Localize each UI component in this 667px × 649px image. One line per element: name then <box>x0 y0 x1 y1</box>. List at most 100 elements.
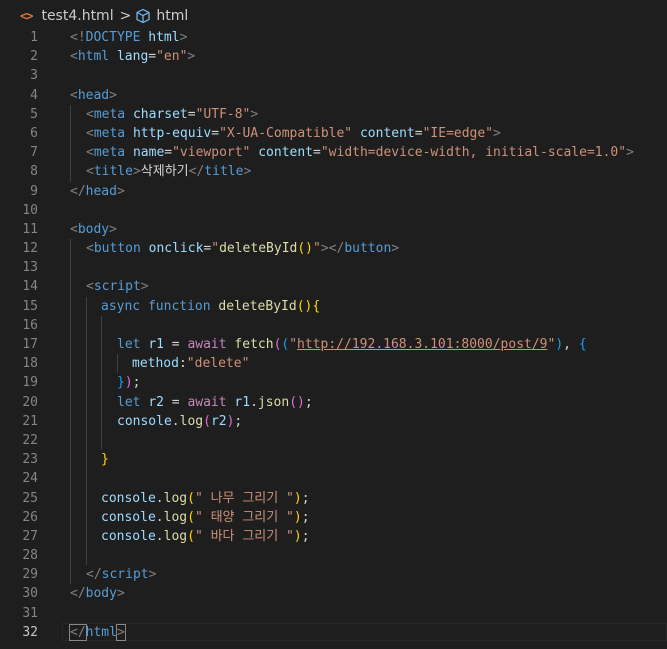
token: http-equiv <box>132 125 212 141</box>
token: console <box>117 413 172 429</box>
indent-guide <box>86 392 87 412</box>
token: < <box>86 164 94 180</box>
code-line-22: 22 <box>0 430 667 451</box>
indent-guide <box>86 411 87 431</box>
token: { <box>312 298 321 314</box>
token: ( <box>187 509 195 525</box>
token: meta <box>93 106 126 122</box>
token: = <box>148 49 157 65</box>
token: < <box>70 49 78 65</box>
line-number: 32 <box>22 624 38 640</box>
token: = <box>211 125 220 141</box>
code-line-6: 6 <meta http-equiv="X-UA-Compatible" cont… <box>0 123 667 144</box>
code-line-1: 1 <!DOCTYPE html> <box>0 28 667 47</box>
indent-guide <box>70 526 71 547</box>
current-line-highlight <box>62 622 667 641</box>
indent-guide <box>70 392 71 412</box>
code-editor[interactable]: 1 <!DOCTYPE html> 2 <html lang="en"> 3 4 <h… <box>0 28 667 642</box>
indent-guide <box>101 430 102 451</box>
indent-guide <box>70 258 71 278</box>
url-link[interactable]: http://192.168.3.101:8000/post/9 <box>297 337 547 352</box>
code-line-2: 2 <html lang="en"> <box>0 47 667 66</box>
token: console <box>101 490 156 506</box>
token: fetch <box>234 337 274 352</box>
token: html <box>77 49 110 65</box>
indent-guide <box>101 335 102 355</box>
line-number: 29 <box>22 567 38 583</box>
token: > <box>493 125 501 141</box>
breadcrumb-symbol[interactable]: html <box>156 8 188 24</box>
token: " 태양 그리기 " <box>194 509 294 525</box>
line-number: 22 <box>22 432 38 448</box>
indent-guide <box>70 373 71 393</box>
token: > <box>116 183 125 199</box>
indent-guide <box>101 392 102 412</box>
token: script <box>101 567 149 583</box>
token: ) <box>555 337 564 352</box>
token: . <box>250 394 258 410</box>
indent-guide <box>70 104 71 124</box>
token: </ <box>70 586 86 602</box>
token: r1 <box>234 394 251 410</box>
code-line-15: 15 async function deleteById(){ <box>0 296 667 316</box>
token: body <box>85 586 117 602</box>
token: > <box>109 87 117 103</box>
code-line-8: 8 <title>삭제하기</title> <box>0 162 667 182</box>
token: </ <box>70 183 86 199</box>
token: "en" <box>156 49 188 65</box>
code-line-18: 18 method:"delete" <box>0 354 667 374</box>
token: DOCTYPE <box>85 30 141 45</box>
token: body <box>77 221 110 237</box>
indent-guide <box>70 277 71 297</box>
token: > <box>626 145 634 161</box>
line-number: 17 <box>22 337 38 352</box>
token: ( <box>187 528 195 544</box>
token: </ <box>86 567 102 583</box>
code-line-4: 4 <head> <box>0 86 667 105</box>
token: button <box>93 241 141 257</box>
line-number: 14 <box>22 279 38 295</box>
line-number: 2 <box>30 49 38 65</box>
token: "IE=edge" <box>422 125 494 141</box>
token: ( <box>203 413 211 429</box>
token: ) <box>124 375 133 391</box>
indent-guide <box>86 469 87 489</box>
code-line-5: 5 <meta charset="UTF-8"> <box>0 104 667 124</box>
token: ; <box>234 413 243 429</box>
line-number: 6 <box>30 125 38 141</box>
code-line-12: 12 <button onclick="deleteById()"></butto… <box>0 239 667 259</box>
token: lang <box>116 49 149 65</box>
code-line-11: 11 <body> <box>0 220 667 239</box>
token: () <box>296 298 313 314</box>
token: console <box>101 509 156 525</box>
indent-guide <box>86 488 87 508</box>
token: . <box>171 413 180 429</box>
line-number: 12 <box>22 241 38 257</box>
token: " <box>289 337 298 352</box>
code-line-29: 29 </script> <box>0 565 667 585</box>
indent-guide <box>70 315 71 335</box>
token: ) <box>293 509 302 525</box>
token: = <box>163 337 188 352</box>
token: " <box>313 241 321 257</box>
indent-guide <box>86 450 87 470</box>
token: head <box>85 183 117 199</box>
token: = <box>163 394 188 410</box>
token: } <box>117 375 125 391</box>
indent-guide <box>70 488 71 508</box>
token: > <box>140 279 149 295</box>
indent-guide <box>86 354 87 374</box>
token: r2 <box>148 394 164 410</box>
token: () <box>297 241 314 257</box>
token: "delete" <box>186 356 250 372</box>
line-number: 30 <box>22 586 38 602</box>
token: < <box>86 106 94 122</box>
code-line-27: 27 console.log(" 바다 그리기 "); <box>0 526 667 547</box>
breadcrumb-file[interactable]: test4.html <box>41 8 113 24</box>
token: title <box>204 164 244 180</box>
indent-guide <box>70 546 71 566</box>
token: name <box>132 145 165 161</box>
code-line-7: 7 <meta name="viewport" content="width=de… <box>0 143 667 163</box>
token: "width=device-width, initial-scale=1.0" <box>320 145 627 161</box>
